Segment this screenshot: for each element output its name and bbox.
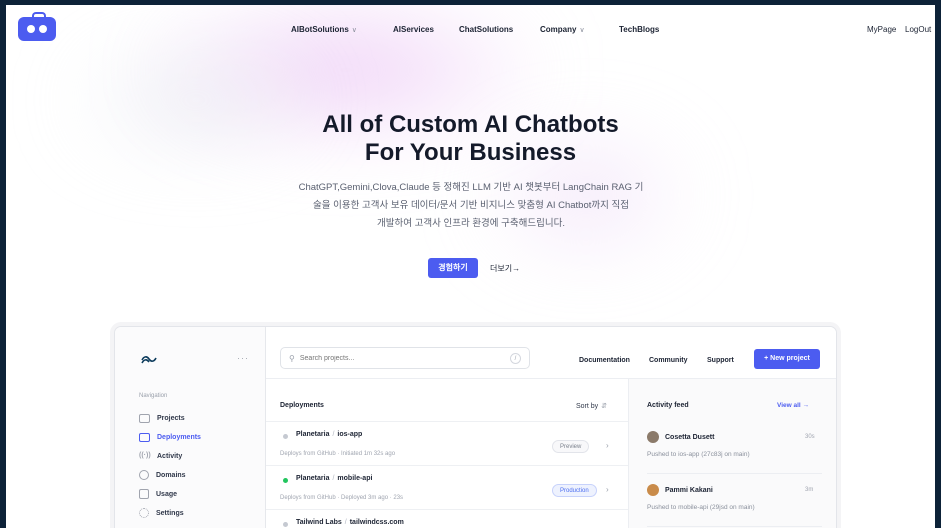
chevron-down-icon: ∨ xyxy=(579,27,585,34)
chevron-down-icon: ∨ xyxy=(351,27,357,34)
sidebar-item-activity[interactable]: ((·)) Activity xyxy=(139,450,182,462)
more-icon[interactable]: ··· xyxy=(237,353,249,363)
sidebar-item-domains[interactable]: Domains xyxy=(139,469,186,481)
divider xyxy=(647,526,822,527)
gear-icon xyxy=(139,508,149,518)
feed-user: Cosetta Dusett xyxy=(665,434,715,441)
chart-icon xyxy=(139,489,149,499)
feed-text: Pushed to mobile-api (29jsd on main) xyxy=(647,504,755,511)
toolbar: ⚲ / Documentation Community Support + Ne… xyxy=(266,327,836,379)
avatar xyxy=(647,431,659,443)
search-box[interactable]: ⚲ / xyxy=(280,347,530,369)
hero-title-line2: For Your Business xyxy=(364,139,577,166)
feed-time: 3m xyxy=(805,487,814,493)
globe-icon xyxy=(139,470,149,480)
main-panel: ⚲ / Documentation Community Support + Ne… xyxy=(265,327,836,528)
tailwind-logo-icon xyxy=(141,353,157,368)
page: AIBotSolutions ∨ AIServices ChatSolutions… xyxy=(6,5,935,528)
documentation-link[interactable]: Documentation xyxy=(579,357,630,364)
sidebar-item-deployments[interactable]: Deployments xyxy=(139,431,201,443)
status-dot xyxy=(283,478,288,483)
deployment-name: Tailwind Labs / tailwindcss.com xyxy=(296,519,404,526)
sidebar-heading: Navigation xyxy=(139,393,168,399)
nav-item-chatsolutions[interactable]: ChatSolutions xyxy=(459,25,513,34)
deployments-heading: Deployments xyxy=(280,402,324,409)
deployment-row[interactable]: Planetaria / mobile-api Deploys from GitHu… xyxy=(266,465,628,509)
environment-badge: Preview xyxy=(552,440,590,453)
hero-title-line1: All of Custom AI Chatbots xyxy=(322,111,619,138)
new-project-button[interactable]: + New project xyxy=(754,349,820,369)
status-dot xyxy=(283,434,288,439)
nav-item-aiservices[interactable]: AIServices xyxy=(393,25,434,34)
top-nav: AIBotSolutions ∨ AIServices ChatSolutions… xyxy=(6,5,935,53)
sidebar-item-usage[interactable]: Usage xyxy=(139,488,177,500)
feed-entry: Cosetta Dusett 30s Pushed to ios-app (27… xyxy=(629,429,836,479)
search-input[interactable] xyxy=(299,354,500,362)
shortcut-key: / xyxy=(510,353,521,364)
server-icon xyxy=(139,432,150,442)
feed-entry: Pammi Kakani 3m Pushed to mobile-api (29… xyxy=(629,482,836,528)
deployment-name: Planetaria / mobile-api xyxy=(296,475,373,482)
hero-description: ChatGPT,Gemini,Clova,Claude 등 정해진 LLM 기반… xyxy=(298,182,644,229)
feed-text: Pushed to ios-app (27c83j on main) xyxy=(647,451,750,458)
community-link[interactable]: Community xyxy=(649,357,688,364)
deployment-row[interactable]: Planetaria / ios-app Deploys from GitHub ·… xyxy=(266,421,628,465)
deployment-row[interactable]: Tailwind Labs / tailwindcss.com xyxy=(266,509,628,528)
logout-link[interactable]: LogOut xyxy=(905,25,931,34)
support-link[interactable]: Support xyxy=(707,357,734,364)
deployment-meta: Deploys from GitHub · Initiated 1m 32s a… xyxy=(280,451,396,457)
sort-dropdown[interactable]: Sort by ⇵ xyxy=(576,402,607,410)
more-link[interactable]: 더보기→ xyxy=(490,263,520,274)
feed-time: 30s xyxy=(805,434,815,440)
nav-item-techblogs[interactable]: TechBlogs xyxy=(619,25,659,34)
deployment-name: Planetaria / ios-app xyxy=(296,431,363,438)
try-button[interactable]: 경험하기 xyxy=(428,258,478,278)
sort-icon: ⇵ xyxy=(601,403,608,410)
view-all-link[interactable]: View all → xyxy=(777,402,809,409)
activity-feed: Activity feed View all → Cosetta Dusett … xyxy=(628,379,836,528)
feed-user: Pammi Kakani xyxy=(665,487,713,494)
chevron-right-icon[interactable]: › xyxy=(606,485,609,494)
sidebar-item-settings[interactable]: Settings xyxy=(139,507,184,519)
avatar xyxy=(647,484,659,496)
environment-badge: Production xyxy=(552,484,597,497)
sidebar: ··· Navigation Projects Deployments ((·)… xyxy=(115,327,265,528)
chevron-right-icon[interactable]: › xyxy=(606,441,609,450)
signal-icon: ((·)) xyxy=(139,451,151,459)
status-dot xyxy=(283,522,288,527)
activity-feed-heading: Activity feed xyxy=(647,402,689,409)
sidebar-item-projects[interactable]: Projects xyxy=(139,412,185,424)
nav-item-aibotsolutions[interactable]: AIBotSolutions ∨ xyxy=(291,25,357,34)
nav-item-company[interactable]: Company ∨ xyxy=(540,25,585,34)
deployment-meta: Deploys from GitHub · Deployed 3m ago · … xyxy=(280,495,404,501)
search-icon: ⚲ xyxy=(289,353,295,363)
mypage-link[interactable]: MyPage xyxy=(867,25,896,34)
deployments-list: Deployments Sort by ⇵ Planetaria / ios-app … xyxy=(266,379,628,528)
folder-icon xyxy=(139,413,150,423)
divider xyxy=(647,473,822,474)
app-preview: ··· Navigation Projects Deployments ((·)… xyxy=(114,326,837,528)
robot-logo-icon[interactable] xyxy=(18,12,56,41)
